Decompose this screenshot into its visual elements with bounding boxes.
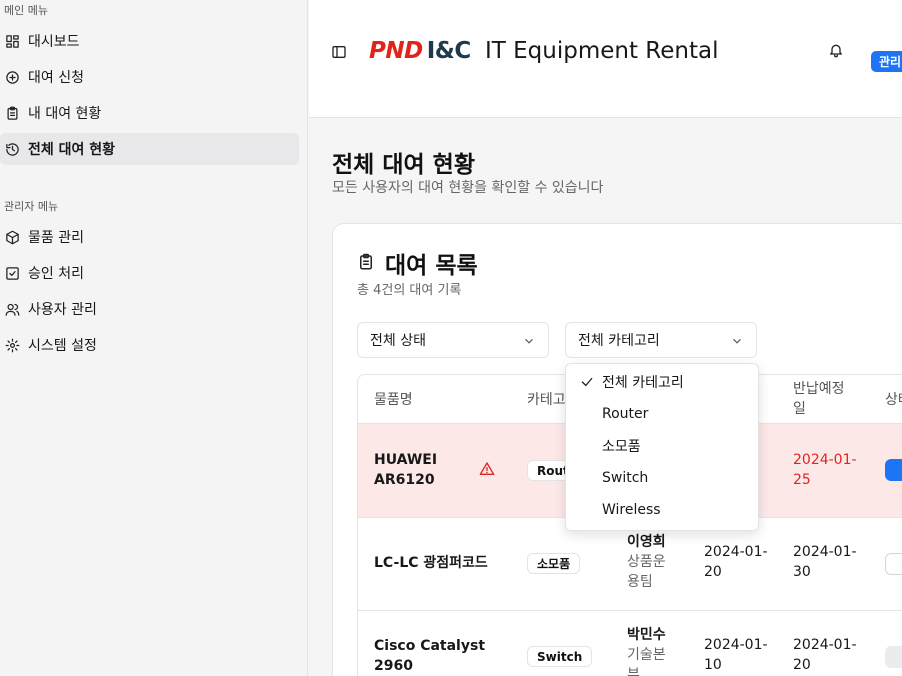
sidebar-toggle-icon [332, 46, 346, 58]
sidebar-item-label: 대시보드 [28, 34, 80, 50]
category-option-all[interactable]: 전체 카테고리 [570, 367, 754, 397]
category-option-consumables[interactable]: 소모품 [570, 431, 754, 461]
item-name: HUAWEI AR6120 [374, 452, 438, 488]
status-badge [885, 459, 902, 481]
alert-triangle-icon [479, 461, 495, 477]
col-header-status: 상태 [885, 392, 902, 408]
sidebar-item-approvals[interactable]: 승인 처리 [0, 257, 299, 289]
table-row[interactable]: Cisco Catalyst 2960 Switch 박민수 기술본 부 202… [358, 610, 902, 676]
history-icon [4, 141, 20, 157]
users-icon [4, 301, 20, 317]
category-option-switch[interactable]: Switch [570, 463, 754, 493]
package-icon [4, 229, 20, 245]
plus-circle-icon [4, 69, 20, 85]
col-header-category: 카테고 [527, 392, 566, 408]
category-option-wireless[interactable]: Wireless [570, 495, 754, 525]
chevron-down-icon [730, 334, 744, 348]
sidebar-item-label: 대여 신청 [28, 70, 84, 86]
page-title: 전체 대여 현황 [332, 152, 475, 178]
category-option-router[interactable]: Router [570, 399, 754, 429]
status-badge [885, 553, 902, 575]
col-header-due: 반납예정 일 [793, 381, 845, 417]
main-menu-title: 메인 메뉴 [4, 4, 48, 17]
gear-icon [4, 337, 20, 353]
user-info: 박민수 기술본 부 [627, 627, 666, 676]
start-date: 2024-01- 20 [704, 544, 768, 580]
sidebar-item-rental-request[interactable]: 대여 신청 [0, 61, 299, 93]
start-date: 2024-01- 10 [704, 637, 768, 673]
category-badge: Switch [527, 646, 593, 667]
item-name: Cisco Catalyst 2960 [374, 638, 486, 674]
check-square-icon [4, 265, 20, 281]
sidebar-item-label: 물품 관리 [28, 230, 84, 246]
app-title: IT Equipment Rental [485, 38, 719, 64]
card-subtitle: 총 4건의 대여 기록 [357, 283, 462, 298]
clipboard-icon [357, 253, 377, 273]
check-icon [580, 375, 594, 389]
sidebar-item-label: 내 대여 현황 [28, 106, 102, 122]
sidebar-item-label: 시스템 설정 [28, 338, 97, 354]
card-title: 대여 목록 [357, 246, 478, 280]
due-date: 2024-01- 30 [793, 544, 857, 580]
due-date: 2024-01- 25 [793, 452, 857, 488]
clipboard-icon [4, 105, 20, 121]
chevron-down-icon [522, 334, 536, 348]
sidebar-item-users[interactable]: 사용자 관리 [0, 293, 299, 325]
page-subtitle: 모든 사용자의 대여 현황을 확인할 수 있습니다 [332, 180, 604, 196]
sidebar-item-settings[interactable]: 시스템 설정 [0, 329, 299, 361]
sidebar: 메인 메뉴 대시보드 대여 신청 내 대여 현황 전체 대여 현황 관리자 메뉴… [0, 0, 308, 676]
admin-menu-title: 관리자 메뉴 [4, 200, 59, 213]
category-filter-select[interactable]: 전체 카테고리 [565, 322, 757, 358]
role-badge: 관리 [871, 51, 902, 72]
top-header: PND I&C IT Equipment Rental 관리 [309, 0, 902, 118]
category-dropdown-menu: 전체 카테고리 Router 소모품 Switch Wireless [565, 363, 759, 531]
sidebar-item-all-rentals[interactable]: 전체 대여 현황 [0, 133, 299, 165]
status-badge [885, 646, 902, 668]
sidebar-item-my-rentals[interactable]: 내 대여 현황 [0, 97, 299, 129]
sidebar-item-label: 사용자 관리 [28, 302, 97, 318]
sidebar-toggle-button[interactable] [329, 42, 349, 62]
user-info: 이영희 상품운 용팀 [627, 534, 666, 590]
sidebar-item-label: 전체 대여 현황 [28, 142, 116, 158]
sidebar-item-items[interactable]: 물품 관리 [0, 221, 299, 253]
sidebar-item-dashboard[interactable]: 대시보드 [0, 25, 299, 57]
col-header-name: 물품명 [374, 392, 413, 408]
company-logo: PND I&C [369, 38, 471, 64]
item-name: LC-LC 광점퍼코드 [374, 555, 488, 571]
due-date: 2024-01- 20 [793, 637, 857, 673]
category-badge: 소모품 [527, 553, 581, 574]
status-filter-select[interactable]: 전체 상태 [357, 322, 549, 358]
sidebar-item-label: 승인 처리 [28, 266, 84, 282]
notification-bell-icon[interactable] [828, 42, 846, 60]
dashboard-icon [4, 33, 20, 49]
